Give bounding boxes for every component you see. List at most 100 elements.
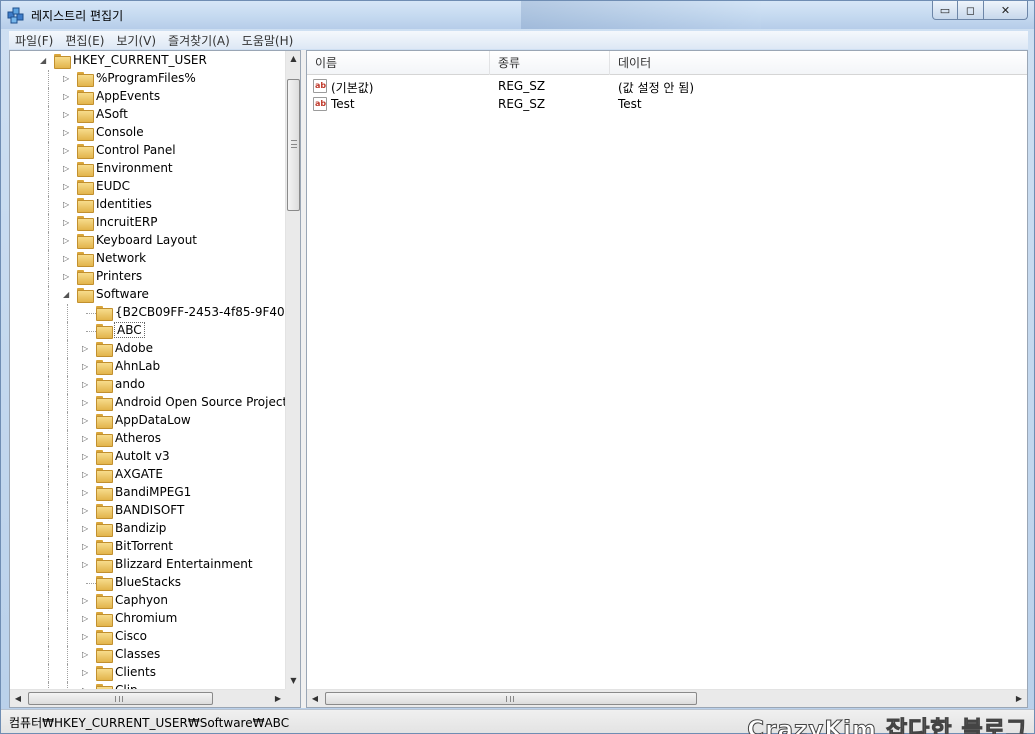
expand-arrow-icon[interactable]: ▷ (63, 92, 72, 102)
tree-node-root[interactable]: ◢ HKEY_CURRENT_USER (10, 52, 286, 70)
tree-node[interactable]: ▷ AppEvents (10, 88, 286, 106)
expand-arrow-icon[interactable]: ▷ (63, 182, 72, 192)
expand-arrow-icon[interactable]: ▷ (82, 488, 91, 498)
tree-node[interactable]: ▷ %ProgramFiles% (10, 70, 286, 88)
tree-node[interactable]: ▷ ASoft (10, 106, 286, 124)
expand-arrow-icon[interactable]: ▷ (82, 398, 91, 408)
expand-arrow-icon[interactable]: ▷ (63, 200, 72, 210)
scroll-up-arrow-icon[interactable]: ▲ (286, 51, 300, 67)
expand-arrow-icon[interactable]: ▷ (82, 362, 91, 372)
expand-arrow-icon[interactable]: ▷ (82, 416, 91, 426)
expand-arrow-icon[interactable]: ▷ (63, 74, 72, 84)
tree-node[interactable]: ▷ BandiMPEG1 (10, 484, 286, 502)
expand-arrow-icon[interactable]: ▷ (82, 524, 91, 534)
tree-node[interactable]: ▷ EUDC (10, 178, 286, 196)
tree-node[interactable]: ▷ Network (10, 250, 286, 268)
tree-horizontal-scroll-thumb[interactable] (28, 692, 213, 705)
scroll-left-arrow-icon[interactable]: ◀ (10, 690, 26, 707)
column-header-type[interactable]: 종류 (490, 51, 610, 75)
expand-arrow-icon[interactable]: ▷ (82, 380, 91, 390)
expand-arrow-icon[interactable]: ▷ (82, 344, 91, 354)
expand-arrow-icon[interactable]: ▷ (82, 614, 91, 624)
expand-arrow-icon[interactable]: ▷ (63, 164, 72, 174)
tree-node[interactable]: ▷ Environment (10, 160, 286, 178)
maximize-button[interactable]: ◻ (958, 1, 984, 20)
value-row[interactable]: ab Test REG_SZ Test (307, 95, 1027, 113)
tree-vertical-scrollbar[interactable]: ▲ ▼ (285, 51, 300, 689)
column-header-name[interactable]: 이름 (307, 51, 490, 75)
tree-node[interactable]: ▷ Classes (10, 646, 286, 664)
tree-node[interactable]: ▷ Control Panel (10, 142, 286, 160)
menu-edit[interactable]: 편집(E) (59, 32, 110, 49)
expand-arrow-icon[interactable]: ▷ (63, 128, 72, 138)
expand-arrow-icon[interactable]: ▷ (82, 650, 91, 660)
list-horizontal-scrollbar[interactable]: ◀ ▶ (307, 689, 1027, 707)
expand-arrow-icon[interactable]: ▷ (63, 236, 72, 246)
tree-node[interactable]: ▷ AXGATE (10, 466, 286, 484)
tree-node[interactable]: ▷ Caphyon (10, 592, 286, 610)
tree-node[interactable]: ▷ Printers (10, 268, 286, 286)
close-button[interactable]: ✕ (984, 1, 1028, 20)
menu-help[interactable]: 도움말(H) (236, 32, 300, 49)
tree-node[interactable]: ▷ Atheros (10, 430, 286, 448)
scroll-down-arrow-icon[interactable]: ▼ (286, 673, 300, 689)
collapse-arrow-icon[interactable]: ◢ (40, 56, 49, 66)
tree-guide-line (48, 250, 49, 268)
expand-arrow-icon[interactable]: ▷ (82, 452, 91, 462)
expand-arrow-icon[interactable]: ▷ (82, 542, 91, 552)
expand-arrow-icon[interactable]: ▷ (82, 506, 91, 516)
tree-node[interactable]: ◢ Software (10, 286, 286, 304)
value-row[interactable]: ab (기본값) REG_SZ (값 설정 안 됨) (307, 77, 1027, 95)
tree-node[interactable]: ABC (10, 322, 286, 340)
expand-arrow-icon[interactable]: ▷ (63, 218, 72, 228)
tree-node[interactable]: ▷ Android Open Source Project (10, 394, 286, 412)
expand-arrow-icon[interactable]: ▷ (63, 254, 72, 264)
scroll-right-arrow-icon[interactable]: ▶ (1011, 690, 1027, 707)
tree-guide-line (48, 394, 49, 412)
tree-node[interactable]: ▷ AutoIt v3 (10, 448, 286, 466)
tree-node[interactable]: BlueStacks (10, 574, 286, 592)
tree-node[interactable]: ▷ Adobe (10, 340, 286, 358)
value-list-pane[interactable]: 이름 종류 데이터 ab (기본값) REG_SZ (값 설정 안 됨) ab … (306, 50, 1028, 708)
collapse-arrow-icon[interactable]: ◢ (63, 290, 72, 300)
expand-arrow-icon[interactable]: ▷ (82, 668, 91, 678)
minimize-button[interactable]: ▭ (932, 1, 958, 20)
menu-view[interactable]: 보기(V) (110, 32, 162, 49)
column-header-data[interactable]: 데이터 (610, 51, 1027, 75)
key-tree-pane[interactable]: ◢ HKEY_CURRENT_USER ▷ %ProgramFiles% ▷ AppEve… (9, 50, 301, 708)
menu-favorites[interactable]: 즐겨찾기(A) (162, 32, 236, 49)
tree-node[interactable]: ▷ AhnLab (10, 358, 286, 376)
expand-arrow-icon[interactable]: ▷ (82, 470, 91, 480)
tree-node[interactable]: ▷ Clients (10, 664, 286, 682)
tree-vertical-scroll-thumb[interactable] (287, 79, 300, 211)
tree-node[interactable]: ▷ Chromium (10, 610, 286, 628)
tree-node[interactable]: ▷ Blizzard Entertainment (10, 556, 286, 574)
tree-node[interactable]: ▷ Bandizip (10, 520, 286, 538)
tree-node[interactable]: ▷ IncruitERP (10, 214, 286, 232)
tree-node[interactable]: ▷ Keyboard Layout (10, 232, 286, 250)
tree-node[interactable]: ▷ Identities (10, 196, 286, 214)
expand-arrow-icon[interactable]: ▷ (63, 272, 72, 282)
tree-guide-line (67, 412, 68, 430)
expand-arrow-icon[interactable]: ▷ (82, 560, 91, 570)
tree-node[interactable]: ▷ BitTorrent (10, 538, 286, 556)
tree-horizontal-scrollbar[interactable]: ◀ ▶ (10, 689, 286, 707)
tree-node[interactable]: ▷ BANDISOFT (10, 502, 286, 520)
tree-node[interactable]: ▷Clip (10, 682, 286, 689)
expand-arrow-icon[interactable]: ▷ (63, 110, 72, 120)
menu-file[interactable]: 파일(F) (9, 32, 59, 49)
expand-arrow-icon[interactable]: ▷ (82, 632, 91, 642)
expand-arrow-icon[interactable]: ▷ (63, 146, 72, 156)
tree-node[interactable]: ▷ Console (10, 124, 286, 142)
title-bar[interactable]: 레지스트리 편집기 ▭ ◻ ✕ (1, 1, 1034, 29)
tree-node[interactable]: {B2CB09FF-2453-4f85-9F40-21 (10, 304, 286, 322)
tree-node[interactable]: ▷ AppDataLow (10, 412, 286, 430)
tree-node[interactable]: ▷ ando (10, 376, 286, 394)
tree-node-label: Classes (115, 647, 161, 661)
tree-node[interactable]: ▷ Cisco (10, 628, 286, 646)
scroll-left-arrow-icon[interactable]: ◀ (307, 690, 323, 707)
expand-arrow-icon[interactable]: ▷ (82, 434, 91, 444)
expand-arrow-icon[interactable]: ▷ (82, 596, 91, 606)
list-horizontal-scroll-thumb[interactable] (325, 692, 697, 705)
scroll-right-arrow-icon[interactable]: ▶ (270, 690, 286, 707)
